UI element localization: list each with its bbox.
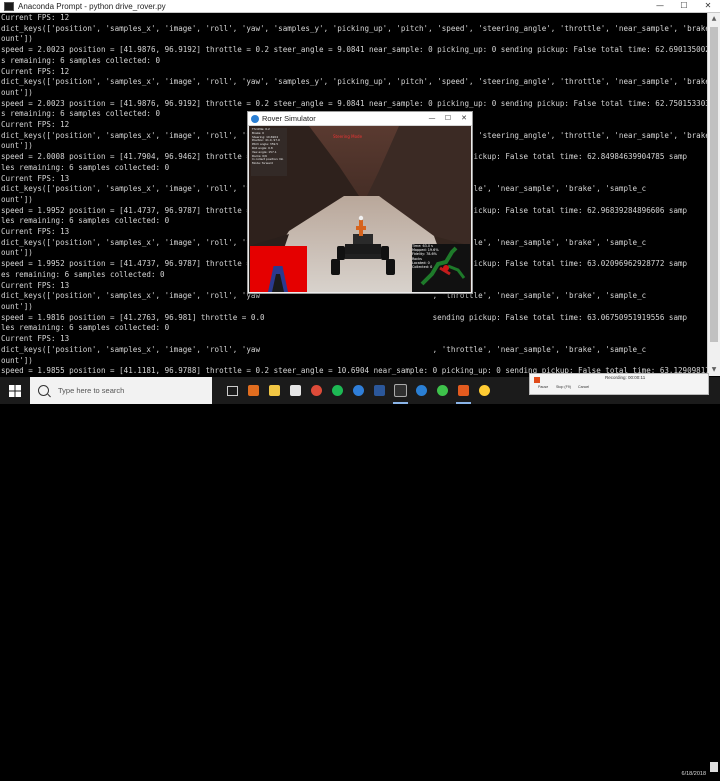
console-line: Current FPS: 12 xyxy=(1,66,70,76)
console-line: les remaining: 6 samples collected: 0 xyxy=(1,323,170,333)
mapping-stat-line: Fidelity: 78.6% xyxy=(412,252,437,257)
anaconda-prompt-icon xyxy=(4,1,14,11)
pause-button[interactable]: Pause xyxy=(538,385,548,392)
telemetry-line: Mode: forward xyxy=(252,161,273,166)
mapping-stat-line: Collected: 0 xyxy=(412,265,433,270)
cancel-button[interactable]: Cancel xyxy=(578,385,589,392)
console-titlebar[interactable]: Anaconda Prompt - python drive_rover.py … xyxy=(0,0,720,13)
stop-button[interactable]: Stop (F9) xyxy=(556,385,571,392)
notification-icon[interactable] xyxy=(710,762,718,772)
screen-recorder-icon[interactable] xyxy=(453,377,474,404)
console-line: speed = 2.0023 position = [41.9876, 96.9… xyxy=(1,98,708,108)
console-line: dict_keys(['position', 'samples_x', 'ima… xyxy=(1,23,708,33)
tray-date[interactable]: 6/18/2018 xyxy=(682,771,706,777)
maximize-icon[interactable]: ☐ xyxy=(672,0,696,12)
console-line: s remaining: 6 samples collected: 0 xyxy=(1,55,161,65)
perspective-transform-inset xyxy=(250,246,307,292)
rover-minimize-icon[interactable]: — xyxy=(424,112,440,125)
chrome-second-icon[interactable] xyxy=(474,377,495,404)
rover-maximize-icon[interactable]: ☐ xyxy=(440,112,456,125)
anaconda-navigator-icon[interactable] xyxy=(432,377,453,404)
recorder-logo-icon xyxy=(534,377,540,383)
recording-timer: Recording: 00:00:11 xyxy=(605,375,646,380)
console-title: Anaconda Prompt - python drive_rover.py xyxy=(18,1,166,11)
close-icon[interactable]: ✕ xyxy=(696,0,720,12)
rover-window-title: Rover Simulator xyxy=(262,114,316,123)
edge-icon[interactable] xyxy=(348,377,369,404)
console-line: ount']) xyxy=(1,301,33,311)
mode-indicator: Steering Mode xyxy=(333,134,363,139)
word-icon[interactable] xyxy=(369,377,390,404)
telemetry-panel: Throttle: 0.2 Brake: 0 Steering: 10.6904 Po… xyxy=(251,127,287,176)
console-line: ount']) xyxy=(1,34,33,44)
console-line: Current FPS: 12 xyxy=(1,13,70,22)
unity-app-icon xyxy=(251,114,259,123)
scrollbar-thumb[interactable] xyxy=(710,27,718,342)
file-explorer-icon[interactable] xyxy=(264,377,285,404)
windows-logo-icon xyxy=(9,384,21,397)
task-view-icon[interactable] xyxy=(222,377,243,404)
console-line: dict_keys(['position', 'samples_x', 'ima… xyxy=(1,77,708,87)
console-line: speed = 2.0023 position = [41.9876, 96.9… xyxy=(1,45,708,55)
system-tray: 6/18/2018 xyxy=(660,754,720,781)
search-icon xyxy=(38,385,49,396)
matlab-icon[interactable] xyxy=(243,377,264,404)
rover-simulator-window[interactable]: Rover Simulator — ☐ ✕ Steering Mode Thro… xyxy=(247,111,473,294)
rover-simulator-task-icon[interactable] xyxy=(411,377,432,404)
mapping-stats: Time: 63.0 s Mapped: 19.6% Fidelity: 78.6%… xyxy=(412,244,440,270)
recording-popup: Recording: 00:00:11 Pause Stop (F9) Canc… xyxy=(529,373,709,395)
minimize-icon[interactable]: — xyxy=(648,0,672,12)
taskbar-apps xyxy=(222,377,495,404)
console-line: dict_keys(['position', 'samples_x', 'ima… xyxy=(1,344,647,354)
spotify-icon[interactable] xyxy=(327,377,348,404)
console-line: speed = 1.9816 position = [41.2763, 96.9… xyxy=(1,312,688,322)
search-placeholder: Type here to search xyxy=(58,386,125,395)
store-icon[interactable] xyxy=(285,377,306,404)
scroll-down-icon[interactable]: ▼ xyxy=(708,364,720,376)
taskbar-search[interactable]: Type here to search xyxy=(30,377,212,404)
scroll-up-icon[interactable]: ▲ xyxy=(708,13,720,25)
rover-titlebar[interactable]: Rover Simulator — ☐ ✕ xyxy=(248,112,472,126)
console-line: ount']) xyxy=(1,355,33,365)
rover-window-controls: — ☐ ✕ xyxy=(424,112,472,125)
console-scrollbar[interactable]: ▲ ▼ xyxy=(707,13,720,376)
anaconda-prompt-task-icon[interactable] xyxy=(390,377,411,404)
start-button[interactable] xyxy=(0,377,30,404)
console-line: Current FPS: 13 xyxy=(1,334,70,344)
console-line: ount']) xyxy=(1,87,33,97)
rover-close-icon[interactable]: ✕ xyxy=(456,112,472,125)
simulator-viewport[interactable]: Steering Mode Throttle: 0.2 Brake: 0 Steer… xyxy=(249,126,471,292)
chrome-icon[interactable] xyxy=(306,377,327,404)
console-window-controls: — ☐ ✕ xyxy=(648,0,720,12)
